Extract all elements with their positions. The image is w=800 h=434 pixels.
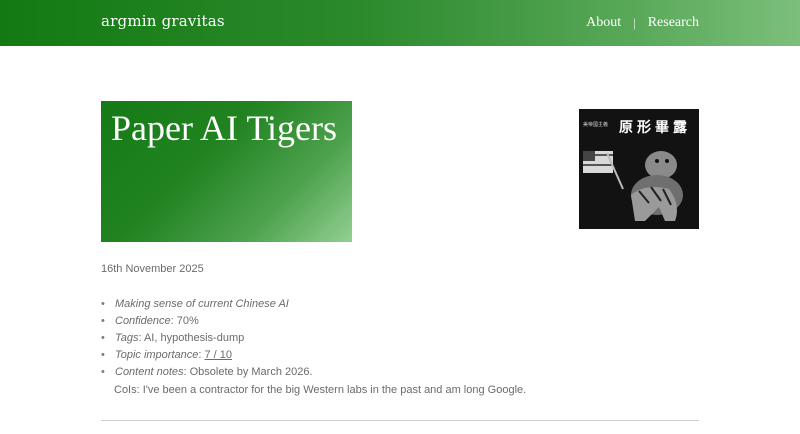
post-summary: Making sense of current Chinese AI <box>115 298 289 310</box>
post-title: Paper AI Tigers <box>111 108 338 148</box>
site-title-link[interactable]: argmin gravitas <box>101 12 225 30</box>
illustration-caption: 原形畢露 <box>619 120 691 136</box>
topic-importance-label: Topic importance <box>115 349 199 361</box>
tags-value: : AI, hypothesis-dump <box>138 332 245 344</box>
cois-note: CoIs: I've been a contractor for the big… <box>114 384 527 396</box>
post-date: 16th November 2025 <box>101 263 204 275</box>
confidence-label: Confidence <box>115 315 171 327</box>
list-item: Tags: AI, hypothesis-dump <box>101 330 313 347</box>
list-item: Confidence: 70% <box>101 313 313 330</box>
content-notes-label: Content notes <box>115 366 184 378</box>
topic-importance-link[interactable]: 7 / 10 <box>204 349 232 361</box>
post-illustration: 美帝國主義 原形畢露 <box>579 109 699 229</box>
main-nav: About | Research <box>586 15 699 31</box>
content-notes-value: : Obsolete by March 2026. <box>183 366 313 378</box>
list-item: Topic importance: 7 / 10 <box>101 347 313 364</box>
nav-research-link[interactable]: Research <box>648 15 699 31</box>
top-nav-bar: argmin gravitas About | Research <box>0 0 800 46</box>
confidence-value: : 70% <box>170 315 199 327</box>
section-divider <box>101 420 699 421</box>
post-metadata-list: Making sense of current Chinese AI Confi… <box>101 296 313 381</box>
nav-separator: | <box>633 15 636 30</box>
nav-about-link[interactable]: About <box>586 15 621 31</box>
illustration-small-caption: 美帝國主義 <box>583 122 609 128</box>
tags-label: Tags <box>115 332 139 344</box>
post-title-banner: Paper AI Tigers <box>101 101 352 242</box>
list-item: Making sense of current Chinese AI <box>101 296 313 313</box>
list-item: Content notes: Obsolete by March 2026. <box>101 364 313 381</box>
